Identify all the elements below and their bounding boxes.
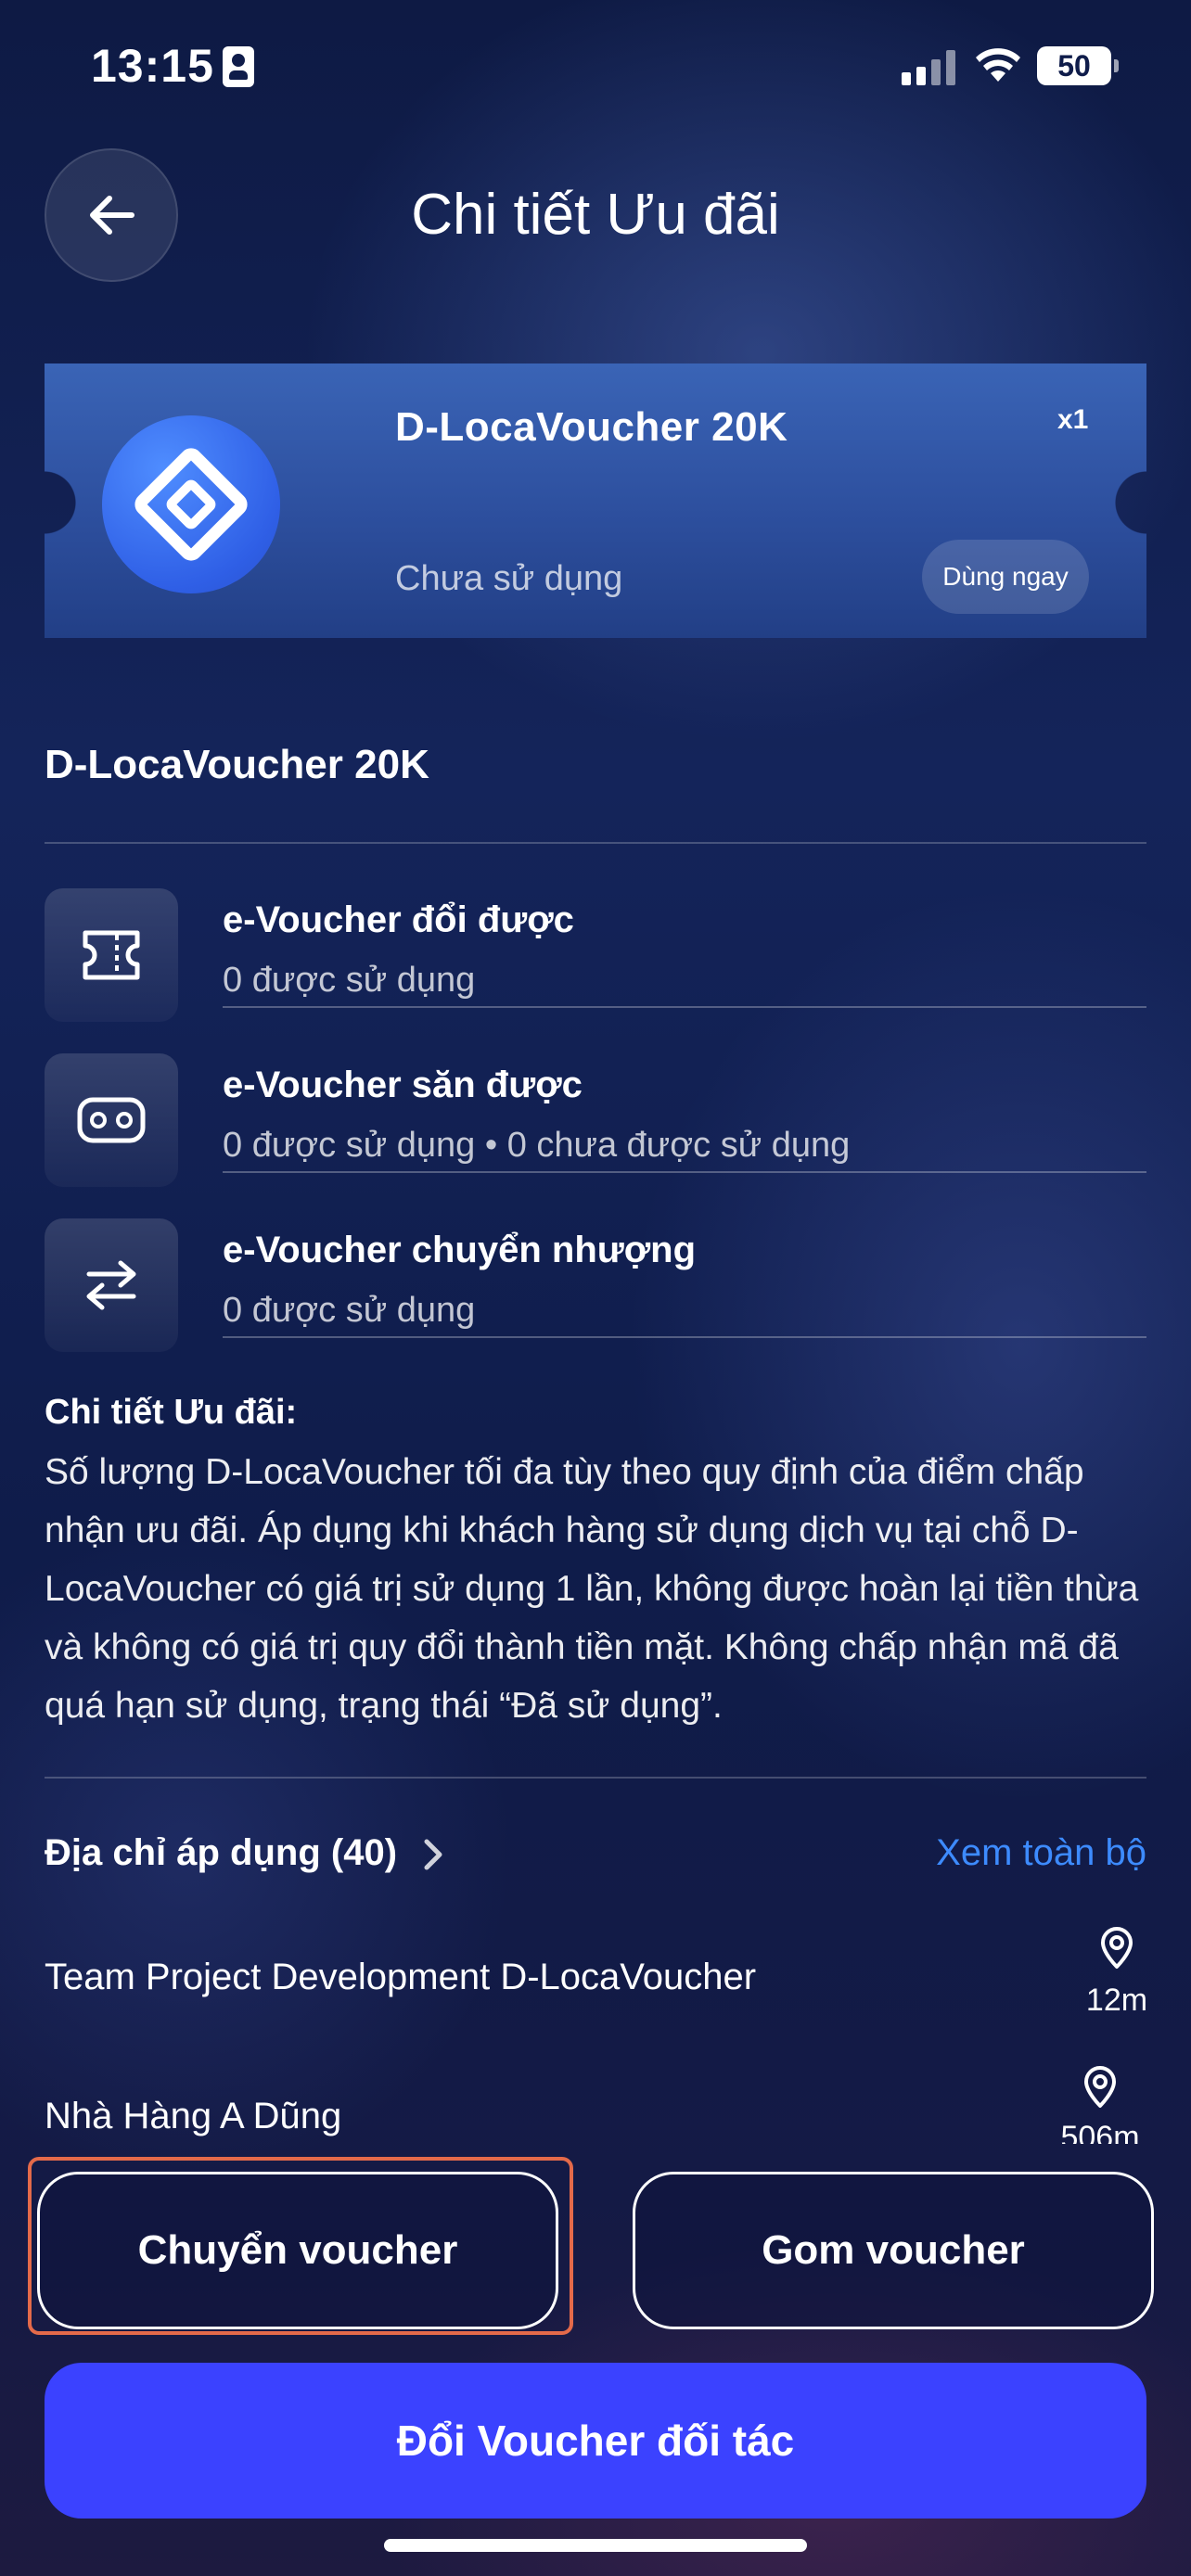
divider bbox=[223, 1006, 1146, 1008]
address-item-name[interactable]: Nhà Hàng A Dũng bbox=[45, 2096, 341, 2137]
stat-icon-box bbox=[45, 1218, 178, 1352]
details-body: Số lượng D-LocaVoucher tối đa tùy theo q… bbox=[45, 1452, 1139, 1726]
voucher-status: Chưa sử dụng bbox=[395, 559, 623, 598]
stat-subtitle-transferred: 0 được sử dụng bbox=[223, 1291, 476, 1330]
stat-icon-box bbox=[45, 888, 178, 1022]
stat-title-exchanged: e-Voucher đổi được bbox=[223, 899, 574, 940]
transfer-arrows-icon bbox=[86, 1260, 136, 1310]
stat-title-transferred: e-Voucher chuyển nhượng bbox=[223, 1230, 697, 1270]
see-all-link[interactable]: Xem toàn bộ bbox=[928, 1832, 1146, 1874]
divider bbox=[45, 842, 1146, 844]
address-distance: 12m bbox=[1085, 1983, 1148, 2018]
status-time: 13:15 bbox=[91, 40, 214, 92]
voucher-quantity: x1 bbox=[1057, 404, 1089, 435]
details-heading: Chi tiết Ưu đãi: bbox=[45, 1393, 298, 1432]
stat-subtitle-exchanged: 0 được sử dụng bbox=[223, 961, 476, 1000]
address-item-name[interactable]: Team Project Development D-LocaVoucher bbox=[45, 1957, 756, 1998]
divider bbox=[223, 1171, 1146, 1173]
address-distance: 506m bbox=[1060, 2120, 1140, 2144]
cellular-signal-icon bbox=[902, 48, 955, 85]
page-title: Chi tiết Ưu đãi bbox=[411, 183, 780, 247]
voucher-name: D-LocaVoucher 20K bbox=[45, 742, 429, 787]
voucher-logo bbox=[102, 415, 280, 593]
collect-voucher-button[interactable]: Gom voucher bbox=[633, 2172, 1154, 2329]
stat-subtitle-hunted: 0 được sử dụng • 0 chưa được sử dụng bbox=[223, 1126, 851, 1165]
exchange-partner-voucher-button[interactable]: Đổi Voucher đối tác bbox=[45, 2363, 1146, 2519]
divider bbox=[45, 1777, 1146, 1779]
battery-indicator: 50 bbox=[1037, 46, 1119, 85]
vr-goggles-icon bbox=[77, 1097, 146, 1143]
ticket-icon bbox=[83, 930, 140, 980]
voucher-card-title: D-LocaVoucher 20K bbox=[395, 404, 788, 450]
d-loca-logo-icon bbox=[134, 448, 248, 561]
wifi-icon bbox=[976, 48, 1020, 82]
use-now-button[interactable]: Dùng ngay bbox=[922, 540, 1089, 614]
addresses-heading[interactable]: Địa chỉ áp dụng (40) bbox=[45, 1832, 397, 1874]
location-pin-icon bbox=[1101, 1927, 1133, 1969]
home-indicator[interactable] bbox=[384, 2539, 807, 2552]
stat-title-hunted: e-Voucher săn được bbox=[223, 1065, 583, 1105]
transfer-voucher-button[interactable]: Chuyển voucher bbox=[37, 2172, 558, 2329]
chevron-right-icon[interactable] bbox=[419, 1836, 447, 1873]
id-card-icon bbox=[223, 46, 254, 87]
divider bbox=[223, 1336, 1146, 1338]
location-pin-icon bbox=[1084, 2066, 1116, 2108]
stat-icon-box bbox=[45, 1053, 178, 1187]
